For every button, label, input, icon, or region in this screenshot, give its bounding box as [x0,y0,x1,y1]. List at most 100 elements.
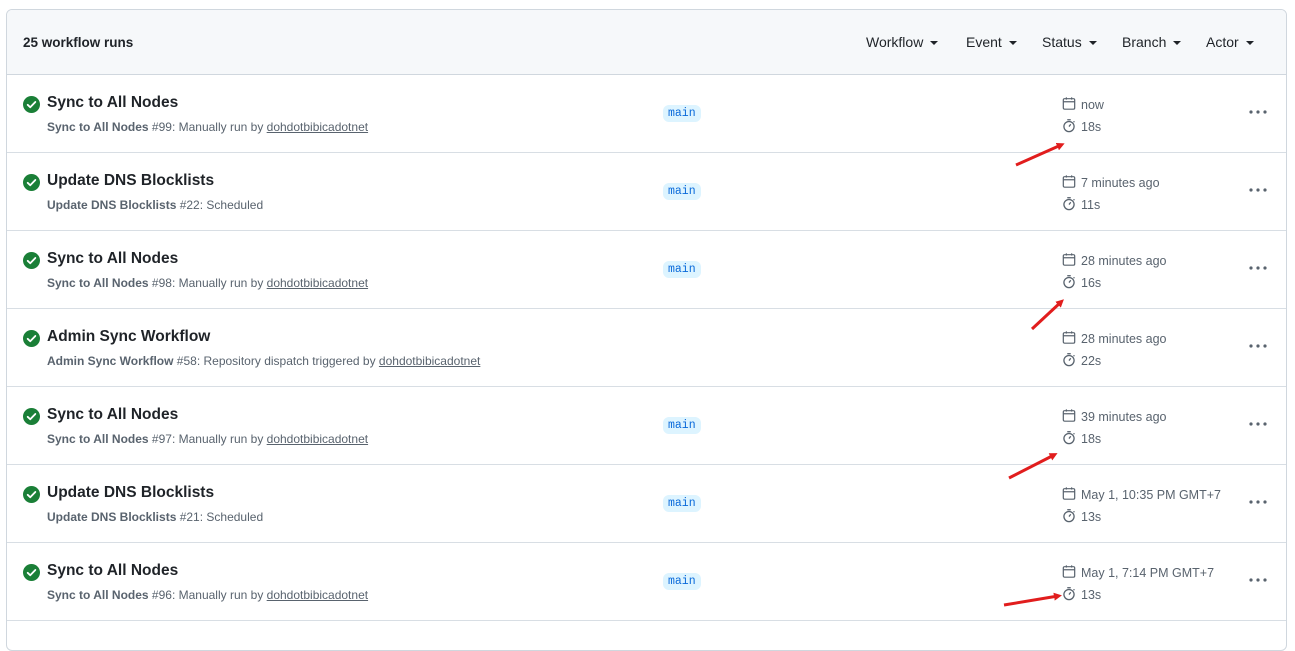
kebab-horizontal-icon[interactable] [1247,494,1269,510]
workflow-run-row[interactable]: Sync to All Nodes Sync to All Nodes #96: … [7,543,1286,621]
run-title-link[interactable]: Update DNS Blocklists [47,484,214,502]
kebab-horizontal-icon[interactable] [1247,416,1269,432]
run-actor-link[interactable]: dohdotbibicadotnet [267,588,368,602]
runs-header: 25 workflow runs Workflow Event Status B… [7,10,1286,75]
branch-label[interactable]: main [663,495,701,512]
run-date-text: 39 minutes ago [1081,410,1167,424]
run-duration: 13s [1062,586,1101,604]
workflow-run-row[interactable]: Sync to All Nodes Sync to All Nodes #99: … [7,75,1286,153]
calendar-icon [1062,174,1076,192]
run-title-link[interactable]: Admin Sync Workflow [47,328,210,346]
caret-down-icon [1245,40,1254,45]
run-title-link[interactable]: Sync to All Nodes [47,250,178,268]
workflow-run-row[interactable]: Sync to All Nodes Sync to All Nodes #98: … [7,231,1286,309]
stopwatch-icon [1062,274,1076,292]
run-workflow-name: Update DNS Blocklists [47,198,177,212]
stopwatch-icon [1062,118,1076,136]
run-duration-text: 22s [1081,354,1102,368]
run-date-text: 7 minutes ago [1081,176,1160,190]
run-duration-text: 11s [1081,198,1101,212]
run-duration: 11s [1062,196,1100,214]
stopwatch-icon [1062,508,1076,526]
workflow-run-row[interactable]: Sync to All Nodes Sync to All Nodes #97: … [7,387,1286,465]
run-number: #21 [176,510,200,524]
run-actor-link[interactable]: dohdotbibicadotnet [267,120,368,134]
run-duration-text: 16s [1081,276,1102,290]
kebab-horizontal-icon[interactable] [1247,338,1269,354]
run-number: #98 [148,276,172,290]
calendar-icon [1062,564,1076,582]
run-subtitle: Sync to All Nodes #98: Manually run by d… [47,276,368,290]
run-actor-link[interactable]: dohdotbibicadotnet [267,276,368,290]
run-workflow-name: Sync to All Nodes [47,276,149,290]
run-duration: 18s [1062,118,1101,136]
stopwatch-icon [1062,196,1076,214]
run-date-text: now [1081,98,1104,112]
run-duration-text: 13s [1081,588,1102,602]
check-circle-fill-icon [23,96,40,113]
branch-label[interactable]: main [663,417,701,434]
workflow-run-row[interactable]: Admin Sync Workflow Admin Sync Workflow #… [7,309,1286,387]
run-duration: 22s [1062,352,1101,370]
check-circle-fill-icon [23,486,40,503]
kebab-horizontal-icon[interactable] [1247,104,1269,120]
filter-actor[interactable]: Actor [1206,34,1254,50]
run-date: 39 minutes ago [1062,408,1166,426]
filter-branch[interactable]: Branch [1122,34,1182,50]
run-title-link[interactable]: Update DNS Blocklists [47,172,214,190]
filter-event[interactable]: Event [966,34,1017,50]
run-date-text: 28 minutes ago [1081,332,1167,346]
run-workflow-name: Admin Sync Workflow [47,354,174,368]
run-subtitle: Sync to All Nodes #96: Manually run by d… [47,588,368,602]
filter-label: Workflow [866,34,924,50]
branch-label[interactable]: main [663,573,701,590]
run-number: #58 [173,354,197,368]
run-title-link[interactable]: Sync to All Nodes [47,562,178,580]
branch-label[interactable]: main [663,183,701,200]
run-duration-text: 18s [1081,120,1102,134]
run-trigger: : Manually run by [171,120,267,134]
stopwatch-icon [1062,352,1076,370]
run-trigger: : Scheduled [199,510,264,524]
filter-label: Branch [1122,34,1167,50]
workflow-run-row[interactable]: Update DNS Blocklists Update DNS Blocklis… [7,153,1286,231]
calendar-icon [1062,330,1076,348]
run-trigger: : Scheduled [199,198,264,212]
stopwatch-icon [1062,586,1076,604]
run-actor-link[interactable]: dohdotbibicadotnet [379,354,480,368]
run-trigger: : Repository dispatch triggered by [196,354,379,368]
kebab-horizontal-icon[interactable] [1247,260,1269,276]
kebab-horizontal-icon[interactable] [1247,182,1269,198]
run-number: #96 [148,588,172,602]
filter-workflow[interactable]: Workflow [866,34,939,50]
runs-count: 25 workflow runs [23,35,134,50]
run-duration-text: 13s [1081,510,1102,524]
run-title-link[interactable]: Sync to All Nodes [47,406,178,424]
run-actor-link[interactable]: dohdotbibicadotnet [267,432,368,446]
calendar-icon [1062,96,1076,114]
run-date: now [1062,96,1104,114]
run-duration: 16s [1062,274,1101,292]
run-duration: 18s [1062,430,1101,448]
run-date-text: May 1, 10:35 PM GMT+7 [1081,488,1221,502]
run-title-link[interactable]: Sync to All Nodes [47,94,178,112]
kebab-horizontal-icon[interactable] [1247,572,1269,588]
filter-label: Status [1042,34,1082,50]
workflow-run-row[interactable]: Update DNS Blocklists Update DNS Blocklis… [7,465,1286,543]
run-workflow-name: Update DNS Blocklists [47,510,177,524]
check-circle-fill-icon [23,330,40,347]
branch-label[interactable]: main [663,105,701,122]
run-trigger: : Manually run by [171,276,267,290]
run-date-text: 28 minutes ago [1081,254,1167,268]
filter-status[interactable]: Status [1042,34,1097,50]
check-circle-fill-icon [23,174,40,191]
run-subtitle: Sync to All Nodes #97: Manually run by d… [47,432,368,446]
filter-label: Actor [1206,34,1239,50]
run-subtitle: Update DNS Blocklists #21: Scheduled [47,510,263,524]
check-circle-fill-icon [23,252,40,269]
run-trigger: : Manually run by [171,432,267,446]
run-workflow-name: Sync to All Nodes [47,588,149,602]
run-subtitle: Admin Sync Workflow #58: Repository disp… [47,354,480,368]
run-date: 28 minutes ago [1062,330,1166,348]
branch-label[interactable]: main [663,261,701,278]
